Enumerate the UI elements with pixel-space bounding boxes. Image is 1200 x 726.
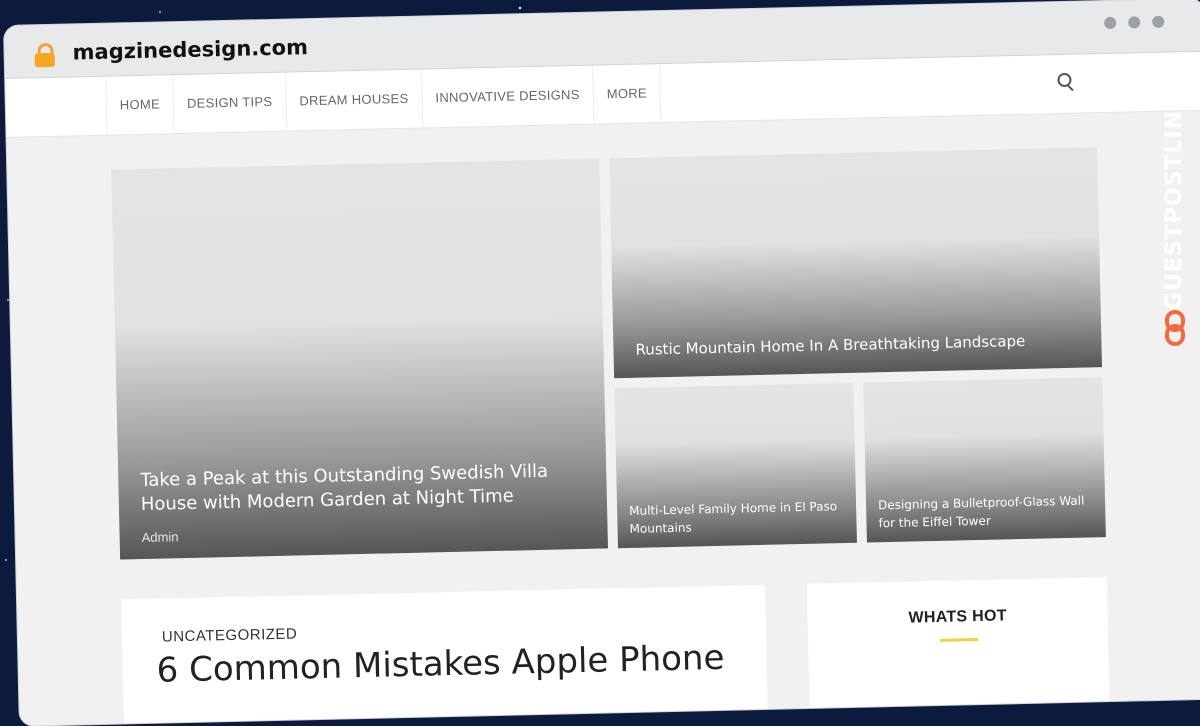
- featured-bottom-right-title[interactable]: Designing a Bulletproof-Glass Wall for t…: [878, 491, 1094, 532]
- featured-main-title[interactable]: Take a Peak at this Outstanding Swedish …: [140, 459, 587, 517]
- url-text[interactable]: magzinedesign.com: [72, 35, 308, 64]
- article-card: UNCATEGORIZED 6 Common Mistakes Apple Ph…: [121, 584, 769, 726]
- browser-window: magzinedesign.com HOME DESIGN TIPS DREAM…: [4, 0, 1200, 726]
- nav-item-innovative-designs[interactable]: INNOVATIVE DESIGNS: [421, 65, 595, 128]
- featured-main-post[interactable]: Take a Peak at this Outstanding Swedish …: [111, 158, 609, 560]
- window-dot-icon[interactable]: [1128, 16, 1141, 29]
- featured-top-right-title[interactable]: Rustic Mountain Home In A Breathtaking L…: [635, 330, 1081, 360]
- window-controls: [1104, 15, 1165, 30]
- widget-title: WHATS HOT: [908, 607, 1008, 627]
- window-dot-icon[interactable]: [1152, 15, 1165, 28]
- main-nav: HOME DESIGN TIPS DREAM HOUSES INNOVATIVE…: [105, 64, 662, 135]
- nav-item-home[interactable]: HOME: [106, 75, 175, 135]
- nav-item-more[interactable]: MORE: [593, 64, 662, 124]
- featured-main-author[interactable]: Admin: [141, 529, 178, 545]
- window-dot-icon[interactable]: [1104, 16, 1117, 30]
- title-underline: [940, 638, 979, 642]
- article-category[interactable]: UNCATEGORIZED: [162, 626, 298, 646]
- featured-bottom-right-post[interactable]: Designing a Bulletproof-Glass Wall for t…: [863, 377, 1106, 543]
- whats-hot-widget: WHATS HOT: [806, 577, 1110, 724]
- lock-icon: [34, 42, 55, 68]
- nav-item-dream-houses[interactable]: DREAM HOUSES: [285, 69, 424, 131]
- nav-item-design-tips[interactable]: DESIGN TIPS: [173, 72, 288, 134]
- brand-name: GUESTPOSTLINKS: [1162, 75, 1187, 310]
- featured-top-right-post[interactable]: Rustic Mountain Home In A Breathtaking L…: [609, 147, 1103, 379]
- chain-link-icon: [1165, 310, 1185, 346]
- featured-bottom-left-post[interactable]: Multi-Level Family Home in El Paso Mount…: [614, 382, 857, 549]
- guestpostlinks-watermark: GUESTPOSTLINKS: [1158, 60, 1194, 360]
- article-title[interactable]: 6 Common Mistakes Apple Phone: [156, 638, 725, 691]
- featured-bottom-left-title[interactable]: Multi-Level Family Home in El Paso Mount…: [629, 497, 845, 538]
- search-icon[interactable]: [1057, 72, 1075, 92]
